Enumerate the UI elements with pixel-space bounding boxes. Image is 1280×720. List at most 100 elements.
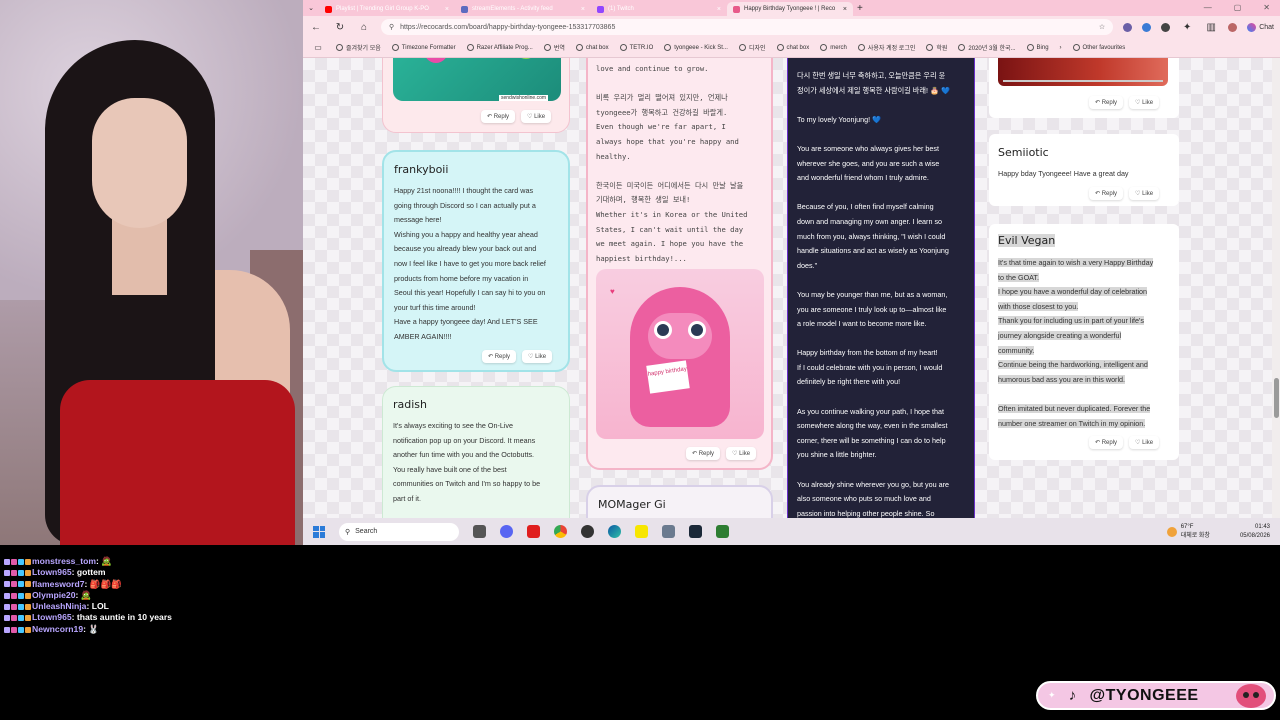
home-icon[interactable]: ⌂ (357, 22, 371, 33)
reply-button[interactable]: ↶ Reply (1089, 187, 1124, 200)
bookmark-item[interactable]: 2020년 3월 한국... (958, 43, 1016, 52)
extension-icon[interactable] (1123, 22, 1133, 32)
card-actions: ↶ Reply ♡ Like (482, 350, 553, 363)
extensions-puzzle-icon[interactable]: ✦ (1180, 22, 1194, 33)
close-icon[interactable]: × (843, 6, 847, 13)
bookmark-item[interactable]: 학원 (926, 43, 947, 52)
bookmark-item[interactable]: TETR.IO (619, 44, 654, 51)
chat-message: Ltown965: thats auntie in 10 years (4, 612, 204, 623)
weather-widget[interactable]: 67°F 대체로 화창 (1166, 523, 1210, 541)
extension-icon[interactable] (1161, 22, 1171, 32)
like-button[interactable]: ♡ Like (726, 447, 757, 460)
badge-icon (25, 615, 31, 622)
bookmark-item[interactable]: chat box (776, 44, 809, 51)
like-button[interactable]: ♡ Like (522, 350, 553, 363)
tab-search-icon[interactable]: ⌄ (303, 0, 319, 16)
windows-start-icon[interactable] (313, 525, 325, 538)
reply-button[interactable]: ↶ Reply (482, 350, 517, 363)
chat-username[interactable]: monstress_tom (32, 556, 96, 566)
snipping-tool-icon[interactable] (662, 525, 675, 538)
clock[interactable]: 01:43 05/08/2026 (1240, 523, 1270, 541)
tab-recocards[interactable]: Happy Birthday Tyongeee ! | Reco × (727, 2, 853, 16)
reply-button[interactable]: ↶ Reply (1089, 436, 1124, 449)
message-line (797, 127, 969, 142)
recocards-board: sendwishonline.com ↶ Reply ♡ Like franky… (303, 58, 1280, 518)
bookmark-item[interactable]: 사용자 계정 로그인 (857, 43, 915, 52)
chat-username[interactable]: Olympie20 (32, 590, 75, 600)
bookmark-item[interactable]: Razer Affiliate Prog... (466, 44, 533, 51)
close-window-icon[interactable]: ✕ (1263, 3, 1270, 12)
address-bar[interactable]: ⚲ https://recocards.com/board/happy-birt… (381, 19, 1114, 35)
message-line: always hope that you're happy and (596, 136, 739, 146)
back-icon[interactable]: ← (309, 22, 323, 33)
taskbar-search[interactable]: ⚲ Search (339, 522, 459, 541)
chat-message: monstress_tom: 🧟 (4, 556, 204, 567)
profile-avatar-icon[interactable] (1228, 22, 1238, 32)
message-line: somewhere along the way, even in the sma… (797, 421, 948, 431)
bookmark-label: TETR.IO (629, 44, 654, 51)
reload-icon[interactable]: ↻ (333, 22, 347, 33)
video-progress-bar[interactable] (1003, 80, 1163, 82)
chat-username[interactable]: flamesword7 (32, 579, 85, 589)
extension-icon[interactable] (1142, 22, 1152, 32)
close-icon[interactable]: × (717, 6, 721, 13)
task-view-icon[interactable] (473, 525, 486, 538)
chat-username[interactable]: UnleashNinja (32, 601, 86, 611)
badge-icon (11, 615, 17, 622)
reply-label: Reply (1101, 100, 1118, 106)
chat-username[interactable]: Ltown965 (32, 612, 72, 622)
minimize-icon[interactable]: — (1204, 3, 1212, 12)
tab-youtube-playlist[interactable]: Playlist | Trending Girl Group K-PO × (319, 2, 455, 16)
like-button[interactable]: ♡ Like (1129, 187, 1160, 200)
reply-button[interactable]: ↶ Reply (1089, 96, 1124, 109)
obs-icon[interactable] (581, 525, 594, 538)
chat-badges (4, 581, 31, 588)
bookmark-item[interactable]: Bing (1026, 44, 1049, 51)
chat-username[interactable]: Ltown965 (32, 567, 72, 577)
chrome-icon[interactable] (554, 525, 567, 538)
close-icon[interactable]: × (581, 6, 585, 13)
badge-icon (25, 570, 31, 577)
like-button[interactable]: ♡ Like (1129, 96, 1160, 109)
split-screen-icon[interactable]: ▥ (1204, 22, 1218, 33)
alert-app-icon[interactable] (527, 525, 540, 538)
collections-icon[interactable]: ▭ (311, 43, 325, 52)
edge-icon[interactable] (608, 525, 621, 538)
message-line (797, 186, 969, 201)
reply-button[interactable]: ↶ Reply (686, 447, 721, 460)
like-button[interactable]: ♡ Like (521, 110, 552, 123)
bookmark-item[interactable]: merch (820, 44, 847, 51)
chat-text: LOL (91, 601, 109, 612)
reply-label: Reply (1101, 191, 1118, 197)
discord-icon[interactable] (500, 525, 513, 538)
excel-icon[interactable] (716, 525, 729, 538)
site-info-icon[interactable]: ⚲ (389, 23, 394, 31)
tab-streamelements[interactable]: streamElements - Activity feed × (455, 2, 591, 16)
steam-icon[interactable] (689, 525, 702, 538)
other-favourites[interactable]: Other favourites (1072, 44, 1125, 51)
new-tab-button[interactable]: + (857, 3, 871, 14)
bookmark-item[interactable]: 번역 (543, 43, 565, 52)
bookmark-item[interactable]: Timezone Formatter (391, 44, 456, 51)
scrollbar-thumb[interactable] (1274, 378, 1279, 418)
tab-twitch[interactable]: (1) Twitch × (591, 2, 727, 16)
bookmark-item[interactable]: chat box (575, 44, 609, 51)
chat-username[interactable]: Newncorn19 (32, 624, 83, 634)
bookmark-item[interactable]: 즐겨찾기 모음 (336, 43, 381, 52)
message-line (797, 98, 969, 113)
like-button[interactable]: ♡ Like (1129, 436, 1160, 449)
close-icon[interactable]: × (445, 6, 449, 13)
bookmark-item[interactable]: 디자인 (738, 43, 766, 52)
maximize-icon[interactable]: ▢ (1234, 3, 1242, 12)
card-author-text: Evil Vegan (998, 234, 1056, 247)
bookmarks-overflow-icon[interactable]: › (1060, 45, 1062, 51)
kakaotalk-icon[interactable] (635, 525, 648, 538)
message-line: If I could celebrate with you in person,… (797, 362, 943, 372)
bookmark-item[interactable]: tyongeee - Kick St... (664, 44, 728, 51)
copilot-chat-button[interactable]: Chat (1247, 22, 1274, 32)
globe-icon (857, 44, 865, 51)
bookmark-label: 2020년 3월 한국... (968, 46, 1016, 52)
bookmark-star-icon[interactable]: ☆ (1099, 23, 1105, 31)
reply-button[interactable]: ↶ Reply (481, 110, 516, 123)
page-scrollbar[interactable] (1272, 58, 1280, 518)
